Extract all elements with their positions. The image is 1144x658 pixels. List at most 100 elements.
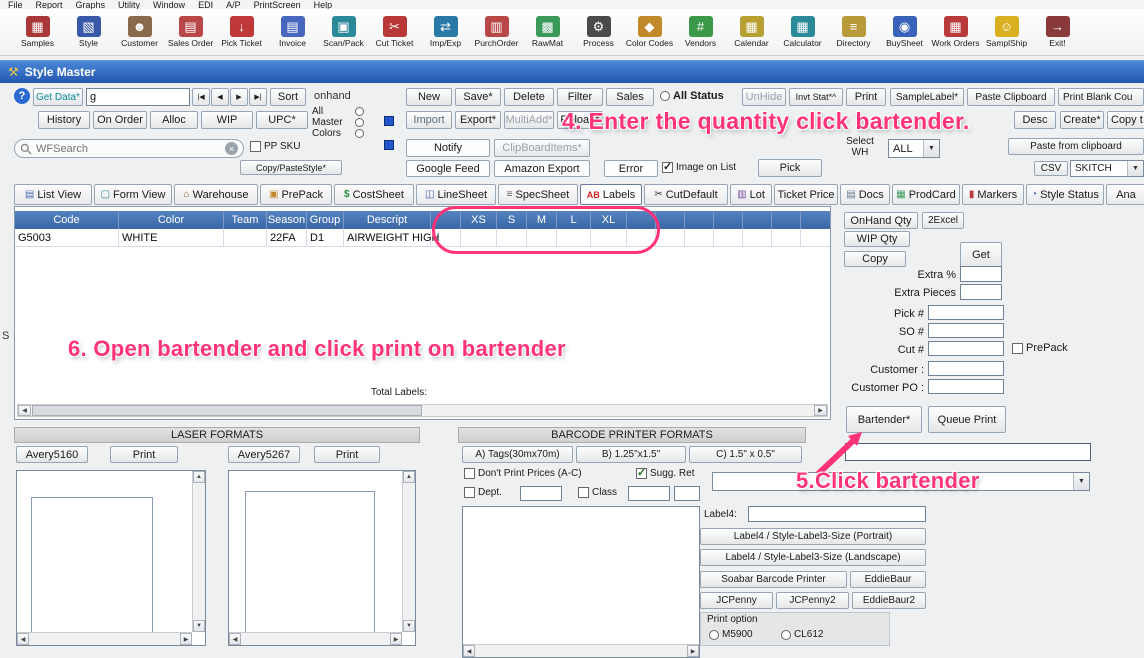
toolbar-item-color-codes[interactable]: ◆ Color Codes <box>624 16 675 48</box>
customer-po-input[interactable] <box>928 379 1004 394</box>
avery5160-print-button[interactable]: Print <box>110 446 178 463</box>
delete-button[interactable]: Delete <box>504 88 554 106</box>
tags-b-button[interactable]: B) 1.25"x1.5" <box>576 446 686 463</box>
history-button[interactable]: History <box>38 111 90 129</box>
avery5160-button[interactable]: Avery5160 <box>16 446 88 463</box>
scroll-down-icon[interactable] <box>193 620 205 632</box>
tab-specsheet[interactable]: ≡ SpecSheet <box>498 184 578 205</box>
import-button[interactable]: Import <box>406 111 452 129</box>
vertical-scrollbar[interactable] <box>402 471 415 632</box>
upc-button[interactable]: UPC* <box>256 111 308 129</box>
toolbar-item-pick-ticket[interactable]: ↓ Pick Ticket <box>216 16 267 48</box>
error-button[interactable]: Error <box>604 160 658 177</box>
toolbar-item-purchorder[interactable]: ▥ PurchOrder <box>471 16 522 48</box>
paste-from-clipboard-button[interactable]: Paste from clipboard <box>1008 138 1144 155</box>
image-on-list-group[interactable]: Image on List <box>662 160 736 173</box>
get-button[interactable]: Get <box>960 242 1002 268</box>
scroll-left-icon[interactable] <box>229 633 241 645</box>
search-input[interactable] <box>36 142 221 155</box>
sample-label-button[interactable]: SampleLabel* <box>890 88 964 106</box>
so-no-input[interactable] <box>928 323 1004 338</box>
tab-prodcard[interactable]: ▦ ProdCard <box>892 184 960 205</box>
horizontal-scrollbar[interactable] <box>17 632 192 645</box>
all-status-radio[interactable] <box>660 91 670 101</box>
header-cell-s[interactable]: S <box>497 211 527 229</box>
header-cell-xl[interactable]: XL <box>591 211 627 229</box>
wip-button[interactable]: WIP <box>201 111 253 129</box>
scroll-up-icon[interactable] <box>403 471 415 483</box>
toolbar-item-work-orders[interactable]: ▦ Work Orders <box>930 16 981 48</box>
tags-a-button[interactable]: A) Tags(30mx70m) <box>462 446 573 463</box>
nav-next-button[interactable]: ▶ <box>230 88 248 106</box>
nav-last-button[interactable]: ▶| <box>249 88 267 106</box>
window-titlebar[interactable]: ⚒ Style Master <box>0 60 1144 83</box>
toolbar-item-rawmat[interactable]: ▩ RawMat <box>522 16 573 48</box>
eddiebaur2-button[interactable]: EddieBaur2 <box>852 592 926 609</box>
toolbar-item-imp-exp[interactable]: ⇄ Imp/Exp <box>420 16 471 48</box>
header-cell-descript[interactable]: Descript <box>344 211 431 229</box>
bartender-file-input[interactable] <box>845 443 1091 461</box>
toolbar-item-calculator[interactable]: ▦ Calculator <box>777 16 828 48</box>
tab-form-view[interactable]: ▢ Form View <box>94 184 172 205</box>
menu-item-utility[interactable]: Utility <box>118 0 140 9</box>
scroll-right-icon[interactable] <box>180 633 192 645</box>
paste-clipboard-button[interactable]: Paste Clipboard <box>967 88 1055 106</box>
m5900-radio-group[interactable]: M5900 <box>709 629 753 640</box>
nav-first-button[interactable]: |◀ <box>192 88 210 106</box>
sugg-ret-group[interactable]: Sugg. Ret <box>636 466 694 479</box>
header-cell-team[interactable]: Team <box>224 211 267 229</box>
tab-style-status[interactable]: ◔ Style Status <box>1026 184 1104 205</box>
clear-search-icon[interactable] <box>225 142 238 155</box>
menu-item-ap[interactable]: A/P <box>226 0 241 9</box>
wip-qty-button[interactable]: WIP Qty <box>844 231 910 247</box>
header-cell-season[interactable]: Season <box>267 211 307 229</box>
avery5267-button[interactable]: Avery5267 <box>228 446 300 463</box>
prepack-checkbox[interactable] <box>1012 342 1023 354</box>
tab-docs[interactable]: ▤ Docs <box>840 184 890 205</box>
horizontal-scrollbar[interactable] <box>463 644 699 657</box>
indicator-square[interactable] <box>384 140 394 150</box>
toolbar-item-samplship[interactable]: ☺ SamplShip <box>981 16 1032 48</box>
toolbar-item-vendors[interactable]: # Vendors <box>675 16 726 48</box>
scroll-down-icon[interactable] <box>403 620 415 632</box>
multiadd-button[interactable]: MultiAdd* <box>504 111 554 129</box>
tab-warehouse[interactable]: ⌂ Warehouse <box>174 184 258 205</box>
invt-stat-button[interactable]: Invt Stat*^ <box>789 88 843 106</box>
header-cell-group[interactable]: Group <box>307 211 344 229</box>
tab-costsheet[interactable]: $ CostSheet <box>334 184 414 205</box>
header-cell-xs[interactable]: XS <box>461 211 497 229</box>
indicator-square[interactable] <box>384 116 394 126</box>
eddiebaur-button[interactable]: EddieBaur <box>850 571 926 588</box>
scroll-left-icon[interactable] <box>463 645 475 657</box>
extra-filter-input[interactable] <box>674 486 700 501</box>
tags-c-button[interactable]: C) 1.5" x 0.5" <box>689 446 802 463</box>
menu-item-printscreen[interactable]: PrintScreen <box>254 0 301 9</box>
print-button[interactable]: Print <box>846 88 886 106</box>
pp-sku-checkbox-group[interactable]: PP SKU <box>250 141 301 152</box>
cut-no-input[interactable] <box>928 341 1004 356</box>
vertical-scrollbar[interactable] <box>192 471 205 632</box>
class-checkbox[interactable] <box>578 487 589 498</box>
horizontal-scrollbar[interactable] <box>229 632 402 645</box>
menu-item-window[interactable]: Window <box>153 0 185 9</box>
soabar-printer-button[interactable]: Soabar Barcode Printer <box>700 571 847 588</box>
bartender-button[interactable]: Bartender* <box>846 406 922 433</box>
all-status-radio-group[interactable]: All Status <box>660 90 724 102</box>
skitch-dropdown[interactable]: SKITCH <box>1070 160 1144 177</box>
horizontal-scrollbar[interactable] <box>17 404 828 417</box>
avery5267-print-button[interactable]: Print <box>314 446 380 463</box>
menu-item-file[interactable]: File <box>8 0 23 9</box>
csv-button[interactable]: CSV <box>1034 161 1068 176</box>
label4-portrait-button[interactable]: Label4 / Style-Label3-Size (Portrait) <box>700 528 926 545</box>
header-cell-code[interactable]: Code <box>15 211 119 229</box>
m5900-radio[interactable] <box>709 629 719 640</box>
radio-all[interactable] <box>355 107 364 116</box>
header-cell-color[interactable]: Color <box>119 211 224 229</box>
class-group[interactable]: Class <box>578 487 617 498</box>
label4-input[interactable] <box>748 506 926 522</box>
toolbar-item-samples[interactable]: ▦ Samples <box>12 16 63 48</box>
header-cell-m[interactable]: M <box>527 211 557 229</box>
scrollbar-thumb[interactable] <box>32 405 422 416</box>
menu-item-report[interactable]: Report <box>36 0 63 9</box>
print-blank-button[interactable]: Print Blank Cou <box>1058 88 1144 106</box>
